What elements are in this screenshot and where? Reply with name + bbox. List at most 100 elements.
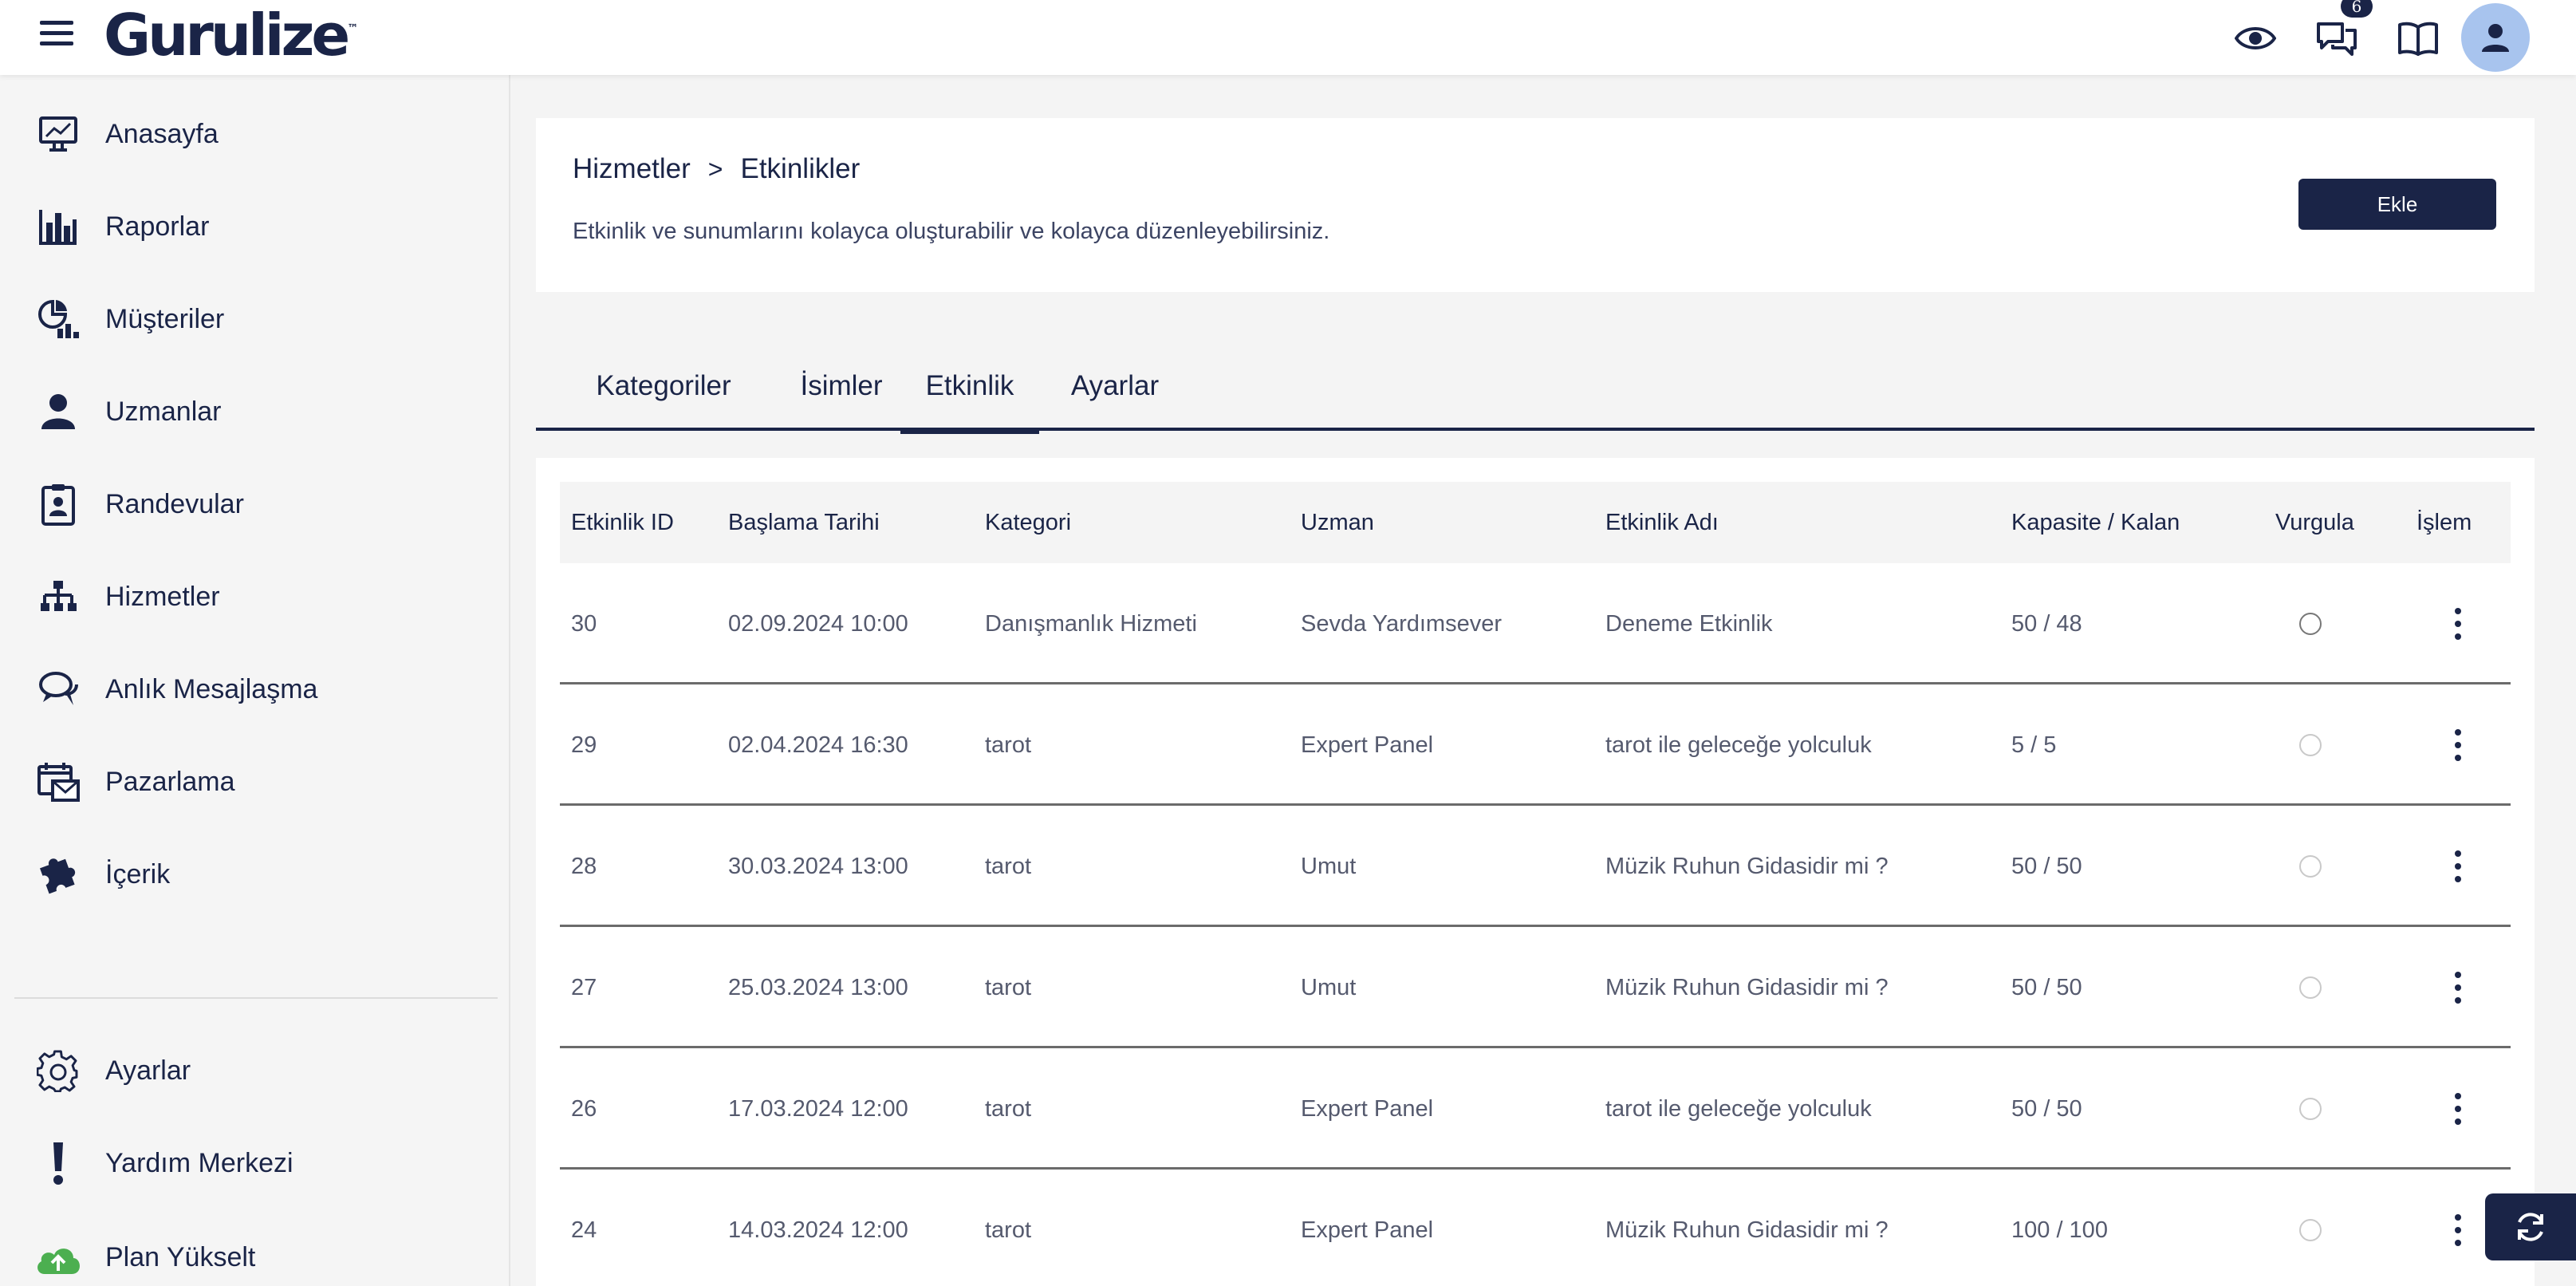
cell-date: 25.03.2024 13:00	[728, 975, 908, 1000]
user-icon	[32, 385, 85, 438]
chat-icon[interactable]	[2313, 14, 2361, 62]
table-row[interactable]: 26 17.03.2024 12:00 tarot Expert Panel t…	[560, 1048, 2511, 1170]
sidebar-item-label: Randevular	[105, 488, 244, 519]
sidebar-item-anlik-mesajlasma[interactable]: Anlık Mesajlaşma	[32, 657, 479, 721]
cell-category: tarot	[985, 975, 1032, 1000]
user-avatar[interactable]	[2461, 3, 2530, 72]
sidebar-divider	[14, 997, 498, 999]
trademark-mark: ™	[347, 22, 359, 35]
sidebar-item-label: Pazarlama	[105, 766, 235, 797]
more-options-icon[interactable]	[2442, 724, 2474, 766]
breadcrumb-item-etkinlikler: Etkinlikler	[740, 153, 861, 184]
book-icon[interactable]	[2394, 14, 2442, 62]
cell-expert: Sevda Yardımsever	[1301, 611, 1502, 637]
cell-date: 17.03.2024 12:00	[728, 1096, 908, 1122]
table-row[interactable]: 28 30.03.2024 13:00 tarot Umut Müzik Ruh…	[560, 806, 2511, 927]
column-header[interactable]: Uzman	[1301, 482, 1374, 563]
column-header[interactable]: İşlem	[2416, 482, 2472, 563]
add-button[interactable]: Ekle	[2298, 179, 2496, 230]
calendar-mail-icon	[32, 755, 85, 808]
cell-date: 14.03.2024 12:00	[728, 1217, 908, 1243]
sidebar-item-label: Hizmetler	[105, 581, 220, 612]
highlight-radio[interactable]	[2299, 855, 2322, 878]
table-row[interactable]: 27 25.03.2024 13:00 tarot Umut Müzik Ruh…	[560, 927, 2511, 1048]
cell-expert: Expert Panel	[1301, 1217, 1434, 1243]
cell-event-name: tarot ile geleceğe yolculuk	[1605, 1096, 1872, 1122]
hamburger-menu-icon[interactable]	[40, 19, 73, 48]
cell-category: tarot	[985, 732, 1032, 758]
sidebar-item-musteriler[interactable]: Müşteriler	[32, 287, 479, 351]
table-row[interactable]: 30 02.09.2024 10:00 Danışmanlık Hizmeti …	[560, 563, 2511, 684]
more-options-icon[interactable]	[2442, 846, 2474, 887]
tab-bar: Kategoriler İsimler Etkinlik Ayarlar	[536, 351, 2535, 434]
sidebar-item-label: İçerik	[105, 858, 171, 890]
sidebar-item-label: Anasayfa	[105, 118, 219, 149]
sidebar-item-icerik[interactable]: İçerik	[32, 842, 479, 906]
highlight-radio[interactable]	[2299, 734, 2322, 756]
highlight-radio[interactable]	[2299, 613, 2322, 635]
monitor-chart-icon	[32, 108, 85, 160]
column-header[interactable]: Etkinlik ID	[571, 482, 674, 563]
cell-expert: Umut	[1301, 975, 1357, 1000]
cell-capacity: 50 / 48	[2011, 611, 2082, 637]
chat-bubbles-icon	[32, 663, 85, 716]
breadcrumb-item-hizmetler[interactable]: Hizmetler	[573, 153, 691, 185]
cell-category: tarot	[985, 1217, 1032, 1243]
highlight-radio[interactable]	[2299, 976, 2322, 999]
page-subtitle: Etkinlik ve sunumlarını kolayca oluştura…	[573, 219, 1330, 244]
user-icon	[2482, 24, 2509, 52]
sidebar-item-label: Raporlar	[105, 211, 210, 242]
tab-etkinlik[interactable]: Etkinlik	[900, 370, 1039, 434]
cell-event-name: Müzik Ruhun Gidasidir mi ?	[1605, 1217, 1889, 1243]
column-header[interactable]: Kapasite / Kalan	[2011, 482, 2180, 563]
column-header[interactable]: Etkinlik Adı	[1605, 482, 1719, 563]
cell-id: 27	[571, 975, 597, 1000]
refresh-button[interactable]	[2485, 1193, 2576, 1260]
tab-isimler[interactable]: İsimler	[785, 370, 898, 428]
sidebar-item-plan-yukselt[interactable]: Plan Yükselt	[32, 1225, 479, 1286]
cell-id: 28	[571, 854, 597, 879]
sidebar-item-ayarlar[interactable]: Ayarlar	[32, 1039, 479, 1103]
sidebar-item-label: Yardım Merkezi	[105, 1147, 293, 1178]
sidebar-item-hizmetler[interactable]: Hizmetler	[32, 565, 479, 629]
tab-ayarlar[interactable]: Ayarlar	[1042, 370, 1188, 428]
cell-date: 02.09.2024 10:00	[728, 611, 908, 637]
sidebar-item-uzmanlar[interactable]: Uzmanlar	[32, 380, 479, 444]
sidebar-item-pazarlama[interactable]: Pazarlama	[32, 750, 479, 814]
highlight-radio[interactable]	[2299, 1098, 2322, 1120]
sidebar-item-yardim-merkezi[interactable]: Yardım Merkezi	[32, 1131, 479, 1195]
cell-capacity: 50 / 50	[2011, 975, 2082, 1000]
brand-logo[interactable]: Gurulize™	[104, 2, 358, 69]
cell-category: Danışmanlık Hizmeti	[985, 611, 1197, 637]
highlight-radio[interactable]	[2299, 1219, 2322, 1241]
more-options-icon[interactable]	[2442, 1209, 2474, 1251]
sidebar-item-raporlar[interactable]: Raporlar	[32, 195, 479, 258]
table-header: Etkinlik ID Başlama Tarihi Kategori Uzma…	[560, 482, 2511, 563]
more-options-icon[interactable]	[2442, 967, 2474, 1008]
sidebar-item-randevular[interactable]: Randevular	[32, 472, 479, 536]
column-header[interactable]: Kategori	[985, 482, 1071, 563]
table-row[interactable]: 24 14.03.2024 12:00 tarot Expert Panel M…	[560, 1170, 2511, 1286]
cell-id: 24	[571, 1217, 597, 1243]
tab-kategoriler[interactable]: Kategoriler	[536, 370, 785, 428]
cell-expert: Expert Panel	[1301, 732, 1434, 758]
breadcrumb-separator: >	[707, 154, 723, 183]
sidebar-item-anasayfa[interactable]: Anasayfa	[32, 102, 479, 166]
gear-icon	[32, 1044, 85, 1097]
cell-capacity: 50 / 50	[2011, 1096, 2082, 1122]
cell-id: 26	[571, 1096, 597, 1122]
cell-category: tarot	[985, 854, 1032, 879]
cell-capacity: 5 / 5	[2011, 732, 2057, 758]
more-options-icon[interactable]	[2442, 603, 2474, 645]
page-header-card: Hizmetler > Etkinlikler Etkinlik ve sunu…	[536, 118, 2535, 292]
cell-event-name: Müzik Ruhun Gidasidir mi ?	[1605, 854, 1889, 879]
table-row[interactable]: 29 02.04.2024 16:30 tarot Expert Panel t…	[560, 684, 2511, 806]
column-header[interactable]: Vurgula	[2275, 482, 2354, 563]
more-options-icon[interactable]	[2442, 1088, 2474, 1130]
cell-date: 30.03.2024 13:00	[728, 854, 908, 879]
cell-event-name: Müzik Ruhun Gidasidir mi ?	[1605, 975, 1889, 1000]
sidebar-item-label: Ayarlar	[105, 1055, 191, 1086]
column-header[interactable]: Başlama Tarihi	[728, 482, 880, 563]
sidebar-item-label: Plan Yükselt	[105, 1241, 256, 1272]
eye-icon[interactable]	[2231, 14, 2279, 62]
